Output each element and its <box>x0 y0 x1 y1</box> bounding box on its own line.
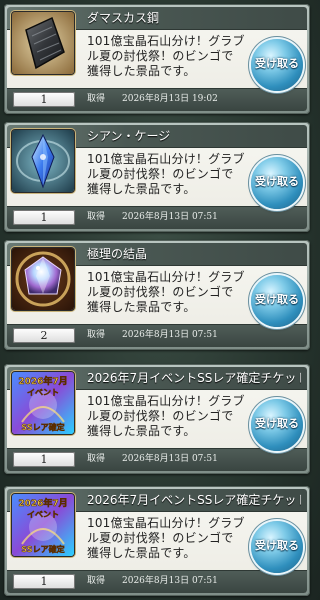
item-footer: 1 取得 2026年8月13日 19:02 <box>7 88 307 111</box>
gift-list: ダマスカス鋼 101億宝晶石山分け！グラブル夏の討伐祭！のビンゴで獲得した景品で… <box>0 0 314 600</box>
ticket-line3: SSレア確定 <box>21 544 64 554</box>
item-quantity: 1 <box>13 92 75 107</box>
ss-ticket-icon: 2026年7月 イベント SSレア確定 <box>12 372 74 434</box>
gift-item: 2026年7月イベントSSレア確定チケット 2026年7月 イベント SSレア確… <box>4 486 310 596</box>
acquired-date: 2026年8月13日 07:51 <box>122 454 218 464</box>
item-name: 極理の結晶 <box>87 247 148 261</box>
item-description: 101億宝晶石山分け！グラブル夏の討伐祭！のビンゴで獲得した景品です。 <box>87 394 245 438</box>
receive-button-label: 受け取る <box>255 175 299 188</box>
item-name: 2026年7月イベントSSレア確定チケット <box>87 371 301 385</box>
prismatic-crystal-icon <box>12 248 74 310</box>
receive-button[interactable]: 受け取る <box>251 157 303 209</box>
gift-item: 2026年7月イベントSSレア確定チケット 2026年7月 イベント SSレア確… <box>4 364 310 474</box>
receive-button[interactable]: 受け取る <box>251 39 303 91</box>
receive-button-label: 受け取る <box>255 539 299 552</box>
acquired-label: 取得 <box>87 454 106 464</box>
receive-button-label: 受け取る <box>255 417 299 430</box>
acquired-date: 2026年8月13日 07:51 <box>122 576 218 586</box>
gift-item-panel: 極理の結晶 101億宝晶石山分け！グラブル夏の討伐祭！のビンゴで獲得した景品です… <box>7 243 307 347</box>
damascus-ingot-icon <box>12 12 74 74</box>
blue-crystal-icon <box>12 130 74 192</box>
acquired-date: 2026年8月13日 19:02 <box>122 94 218 104</box>
item-description: 101億宝晶石山分け！グラブル夏の討伐祭！のビンゴで獲得した景品です。 <box>87 270 245 314</box>
gift-item: シアン・ケージ 101億宝晶石山分け！グラブル夏の討伐祭！のビンゴで獲得した景品… <box>4 122 310 232</box>
receive-button-label: 受け取る <box>255 293 299 306</box>
acquired-label: 取得 <box>87 330 106 340</box>
ticket-line2: イベント <box>27 388 59 397</box>
receive-button[interactable]: 受け取る <box>251 521 303 573</box>
item-description: 101億宝晶石山分け！グラブル夏の討伐祭！のビンゴで獲得した景品です。 <box>87 152 245 196</box>
item-quantity: 1 <box>13 574 75 589</box>
item-name: 2026年7月イベントSSレア確定チケット <box>87 493 301 507</box>
item-footer: 1 取得 2026年8月13日 07:51 <box>7 570 307 593</box>
acquired-label: 取得 <box>87 212 106 222</box>
gift-item-panel: シアン・ケージ 101億宝晶石山分け！グラブル夏の討伐祭！のビンゴで獲得した景品… <box>7 125 307 229</box>
receive-button-label: 受け取る <box>255 57 299 70</box>
acquired-label: 取得 <box>87 94 106 104</box>
item-quantity: 1 <box>13 210 75 225</box>
acquired-date: 2026年8月13日 07:51 <box>122 330 218 340</box>
ticket-line2: イベント <box>27 510 59 519</box>
ticket-line3: SSレア確定 <box>21 422 64 432</box>
item-quantity: 1 <box>13 452 75 467</box>
gift-item-panel: ダマスカス鋼 101億宝晶石山分け！グラブル夏の討伐祭！のビンゴで獲得した景品で… <box>7 7 307 111</box>
acquired-date: 2026年8月13日 07:51 <box>122 212 218 222</box>
acquired-label: 取得 <box>87 576 106 586</box>
ticket-line1: 2026年7月 <box>18 497 67 509</box>
item-description: 101億宝晶石山分け！グラブル夏の討伐祭！のビンゴで獲得した景品です。 <box>87 516 245 560</box>
item-footer: 1 取得 2026年8月13日 07:51 <box>7 448 307 471</box>
gift-item: 極理の結晶 101億宝晶石山分け！グラブル夏の討伐祭！のビンゴで獲得した景品です… <box>4 240 310 350</box>
gift-item-panel: 2026年7月イベントSSレア確定チケット 2026年7月 イベント SSレア確… <box>7 489 307 593</box>
item-quantity: 2 <box>13 328 75 343</box>
receive-button[interactable]: 受け取る <box>251 275 303 327</box>
gift-item-panel: 2026年7月イベントSSレア確定チケット 2026年7月 イベント SSレア確… <box>7 367 307 471</box>
item-footer: 2 取得 2026年8月13日 07:51 <box>7 324 307 347</box>
receive-button[interactable]: 受け取る <box>251 399 303 451</box>
item-description: 101億宝晶石山分け！グラブル夏の討伐祭！のビンゴで獲得した景品です。 <box>87 34 245 78</box>
ss-ticket-icon: 2026年7月 イベント SSレア確定 <box>12 494 74 556</box>
item-footer: 1 取得 2026年8月13日 07:51 <box>7 206 307 229</box>
item-name: ダマスカス鋼 <box>87 11 160 25</box>
gift-item: ダマスカス鋼 101億宝晶石山分け！グラブル夏の討伐祭！のビンゴで獲得した景品で… <box>4 4 310 114</box>
item-name: シアン・ケージ <box>87 129 171 143</box>
ticket-line1: 2026年7月 <box>18 375 67 387</box>
